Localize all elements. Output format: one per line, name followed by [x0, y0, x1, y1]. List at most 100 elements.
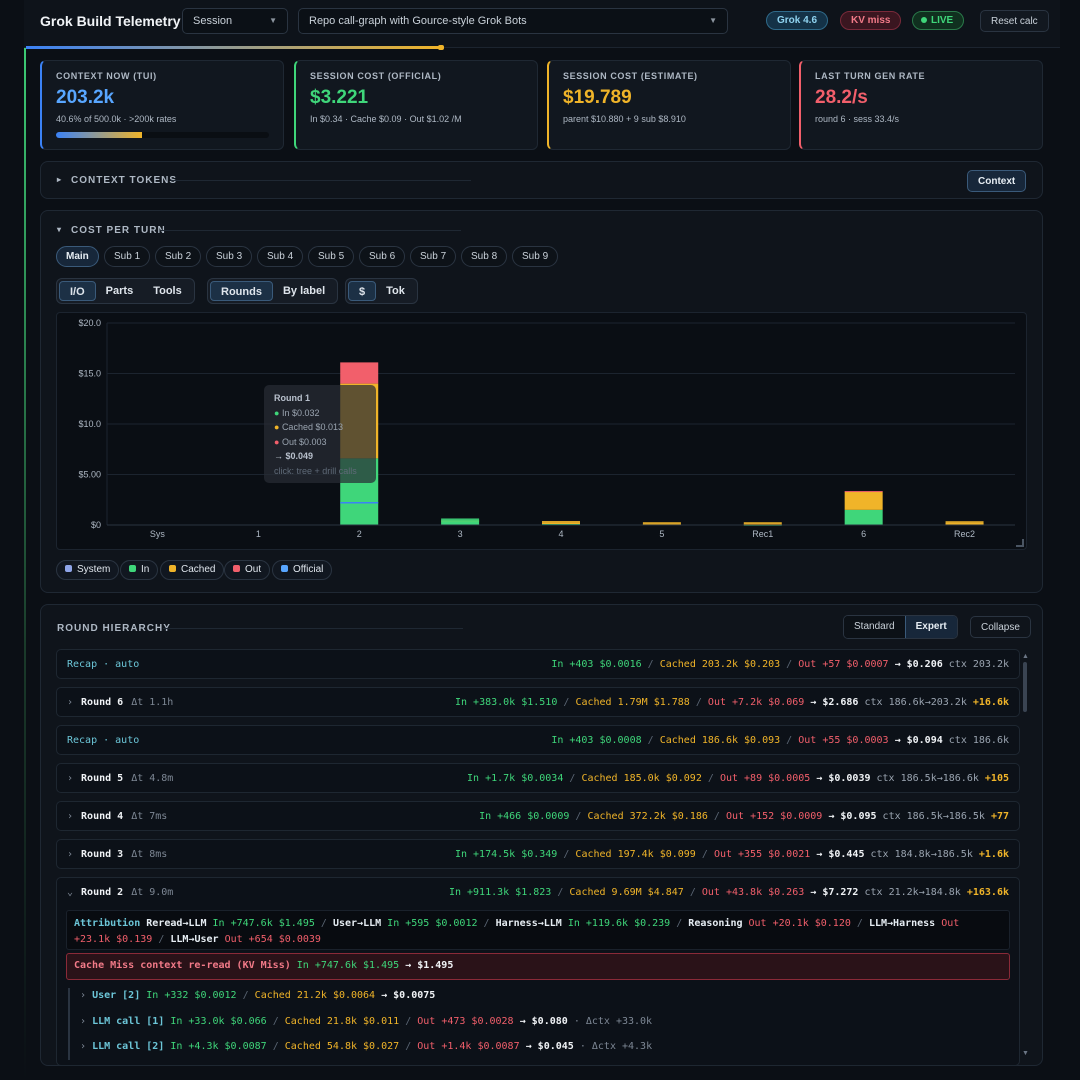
row-cached: Cached 197.4k $0.099: [575, 848, 696, 860]
row-metrics: In +1.7k $0.0034 / Cached 185.0k $0.092 …: [467, 773, 1009, 784]
sep: /: [557, 886, 564, 898]
chevron-right-icon[interactable]: ›: [80, 990, 86, 1001]
chevron-right-icon[interactable]: ›: [67, 811, 73, 822]
chevron-right-icon[interactable]: ›: [80, 1016, 86, 1027]
row-name: Round 6: [81, 696, 124, 708]
view-tools-toggle[interactable]: Tools: [143, 281, 192, 301]
row-total: → $2.686: [810, 696, 859, 708]
bar-cached[interactable]: [844, 491, 883, 510]
scroll-down-icon[interactable]: ▼: [1022, 1050, 1029, 1057]
group-rounds-toggle[interactable]: Rounds: [210, 281, 273, 301]
row-in: In +403 $0.0016: [551, 658, 642, 670]
child-out: Out +1.4k $0.0087: [417, 1041, 520, 1052]
scrollbar-thumb[interactable]: [1023, 662, 1027, 712]
session-select[interactable]: Session ▼: [182, 8, 288, 34]
row-left: ⌄ Round 2 Δt 9.0m: [67, 887, 173, 898]
attr-llm-user-value: Out +654 $0.0039: [224, 934, 321, 945]
bar-out[interactable]: [844, 491, 883, 493]
chevron-right-icon[interactable]: ›: [67, 697, 73, 708]
view-io-toggle[interactable]: I/O: [59, 281, 96, 301]
bar-in[interactable]: [441, 521, 480, 525]
attr-reread-value: In +747.6k $1.495: [212, 918, 315, 929]
hierarchy-row[interactable]: › Round 5 Δt 4.8m In +1.7k $0.0034 / Cached…: [56, 763, 1020, 793]
child-row[interactable]: › LLM call [1] In +33.0k $0.066 / Cached…: [80, 1016, 652, 1027]
row-in: In +1.7k $0.0034: [467, 772, 564, 784]
card-sub: In $0.34 · Cache $0.09 · Out $1.02 /M: [310, 114, 462, 124]
bar-in[interactable]: [844, 509, 883, 525]
hierarchy-row[interactable]: › Round 4 Δt 7ms In +466 $0.0009 / Cached 3…: [56, 801, 1020, 831]
bar-out[interactable]: [340, 362, 379, 384]
resize-handle-icon[interactable]: [1016, 539, 1024, 547]
standard-mode-button[interactable]: Standard: [844, 616, 905, 638]
unit-dollar-toggle[interactable]: $: [348, 281, 377, 301]
sep: /: [689, 886, 696, 898]
scroll-up-icon[interactable]: ▲: [1022, 653, 1029, 660]
sep: /: [713, 810, 720, 822]
row-left: › Round 6 Δt 1.1h: [67, 697, 173, 708]
card-label: SESSION COST (OFFICIAL): [310, 71, 442, 81]
unit-tokens-toggle[interactable]: Tok: [376, 281, 415, 301]
tab-sub-4[interactable]: Sub 4: [257, 246, 304, 267]
child-row[interactable]: › User [2] In +332 $0.0012 / Cached 21.2…: [80, 990, 435, 1001]
row-ctx: ctx 186.5k→186.5k: [882, 810, 985, 822]
group-by-label-toggle[interactable]: By label: [273, 281, 335, 301]
sep: /: [405, 1016, 412, 1027]
reset-calc-button[interactable]: Reset calc: [980, 10, 1049, 32]
chevron-down-icon[interactable]: ▾: [57, 225, 62, 234]
tab-sub-2[interactable]: Sub 2: [155, 246, 202, 267]
chevron-right-icon[interactable]: ›: [67, 849, 73, 860]
tab-sub-6[interactable]: Sub 6: [359, 246, 406, 267]
session-cost-official-card: SESSION COST (OFFICIAL) $3.221 In $0.34 …: [294, 60, 538, 150]
hierarchy-row[interactable]: › Round 6 Δt 1.1h In +383.0k $1.510 / Cache…: [56, 687, 1020, 717]
context-button[interactable]: Context: [967, 170, 1027, 192]
collapse-button[interactable]: Collapse: [970, 616, 1031, 638]
attr-harness: Harness→LLM: [495, 918, 562, 929]
chevron-down-icon[interactable]: ⌄: [67, 887, 73, 898]
legend-out[interactable]: Out: [224, 560, 271, 580]
tab-sub-5[interactable]: Sub 5: [308, 246, 355, 267]
row-out: Out +89 $0.0005: [719, 772, 811, 784]
legend-label: Out: [245, 564, 262, 575]
x-tick-label: 3: [458, 529, 463, 539]
card-label: SESSION COST (ESTIMATE): [563, 71, 698, 81]
section-divider: [171, 180, 471, 181]
chevron-right-icon[interactable]: ›: [80, 1041, 86, 1052]
hierarchy-row[interactable]: › Round 3 Δt 8ms In +174.5k $0.349 / Cached…: [56, 839, 1020, 869]
view-parts-toggle[interactable]: Parts: [96, 281, 144, 301]
sep: /: [695, 696, 702, 708]
row-total: → $0.095: [828, 810, 877, 822]
x-tick-label: 2: [357, 529, 362, 539]
tab-sub-7[interactable]: Sub 7: [410, 246, 457, 267]
tab-sub-8[interactable]: Sub 8: [461, 246, 508, 267]
scrollbar[interactable]: ▲ ▼: [1022, 653, 1029, 1057]
chevron-right-icon[interactable]: ›: [67, 773, 73, 784]
legend-official[interactable]: Official: [272, 560, 333, 580]
cost-chart[interactable]: $0 $5.00 $10.0 $15.0 $20.0 Sys 1 2 3 4 5 Rec1 6 Rec2 …: [56, 312, 1027, 550]
row-ctx: ctx 21.2k→184.8k: [864, 886, 961, 898]
expert-mode-button[interactable]: Expert: [904, 616, 957, 638]
child-cached: Cached 54.8k $0.027: [284, 1041, 400, 1052]
row-name: Recap · auto: [67, 734, 140, 746]
cost-chart-svg[interactable]: $0 $5.00 $10.0 $15.0 $20.0 Sys 1 2 3 4 5 Rec1 6 Rec2: [57, 313, 1026, 549]
graph-select[interactable]: Repo call-graph with Gource-style Grok B…: [298, 8, 728, 34]
child-row[interactable]: › LLM call [2] In +4.3k $0.0087 / Cached…: [80, 1041, 652, 1052]
bar-cap: [542, 520, 580, 524]
legend-system[interactable]: System: [56, 560, 120, 580]
hierarchy-row[interactable]: ⌄ Round 2 Δt 9.0m In +911.3k $1.823 / Cache…: [56, 877, 1020, 907]
hierarchy-row[interactable]: Recap · auto In +403 $0.0008 / Cached 186…: [56, 725, 1020, 755]
legend-in[interactable]: In: [120, 560, 159, 580]
legend-cached[interactable]: Cached: [160, 560, 225, 580]
cache-miss-row[interactable]: Cache Miss context re-read (KV Miss) In …: [66, 953, 1010, 980]
row-in: In +403 $0.0008: [551, 734, 642, 746]
tab-sub-3[interactable]: Sub 3: [206, 246, 253, 267]
tab-sub-9[interactable]: Sub 9: [512, 246, 559, 267]
hierarchy-row[interactable]: Recap · auto In +403 $0.0016 / Cached 203…: [56, 649, 1020, 679]
row-dt: Δt 1.1h: [131, 696, 174, 708]
bar-cap: [441, 518, 480, 522]
attr-reread: Reread→LLM: [146, 918, 207, 929]
tab-sub-1[interactable]: Sub 1: [104, 246, 151, 267]
chevron-down-icon: ▼: [269, 16, 277, 25]
context-tokens-panel[interactable]: ▸ CONTEXT TOKENS Context: [40, 161, 1043, 199]
tab-main[interactable]: Main: [56, 246, 99, 267]
context-progress-track: [56, 132, 269, 138]
